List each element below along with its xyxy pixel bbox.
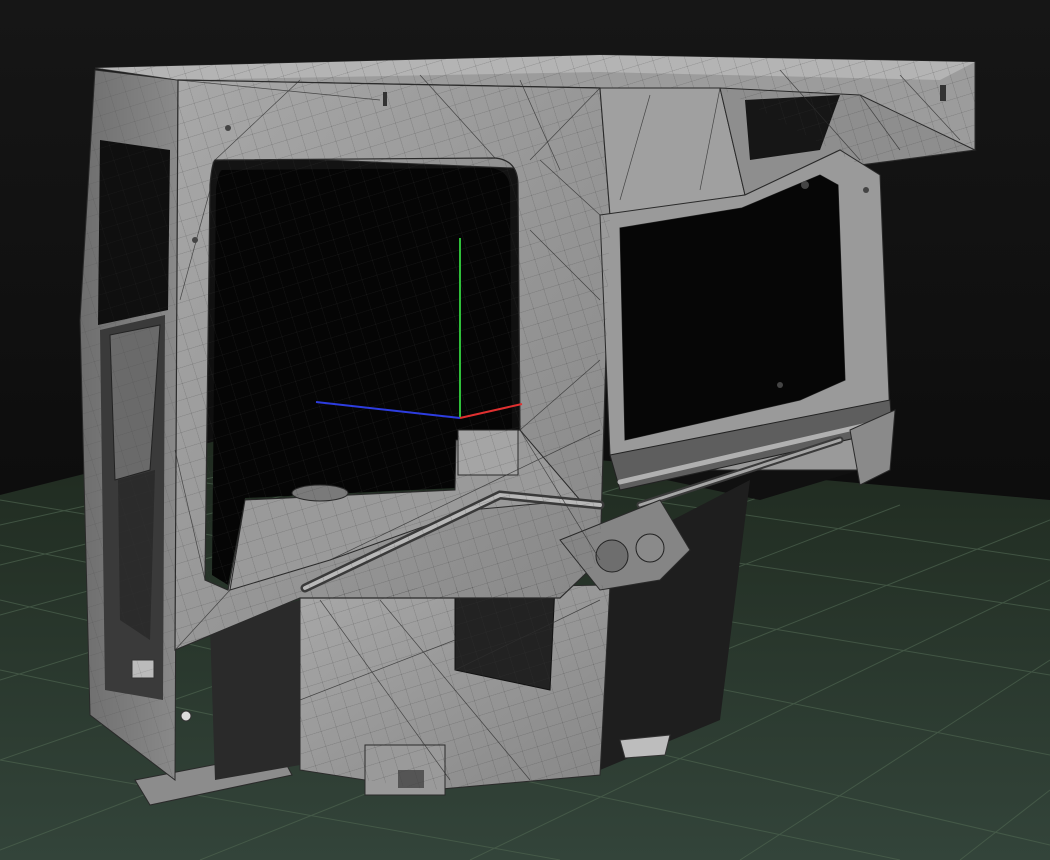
cab-right-pillar[interactable] xyxy=(600,88,745,215)
viewport-canvas[interactable] xyxy=(0,0,1050,860)
3d-viewport[interactable] xyxy=(0,0,1050,860)
